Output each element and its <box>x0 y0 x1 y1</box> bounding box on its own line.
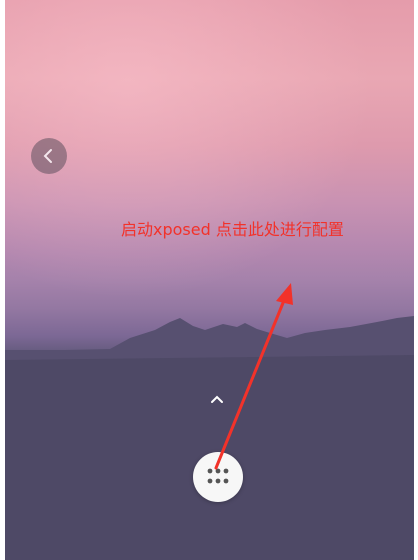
annotation-text: 启动xposed 点击此处进行配置 <box>121 220 344 239</box>
swipe-up-indicator[interactable] <box>207 392 227 406</box>
app-drawer-button[interactable] <box>193 452 243 502</box>
home-screen <box>5 0 414 560</box>
chevron-up-icon <box>211 395 223 403</box>
back-button[interactable] <box>31 138 67 174</box>
chevron-left-icon <box>43 149 52 163</box>
grid-dots-icon <box>207 468 229 484</box>
